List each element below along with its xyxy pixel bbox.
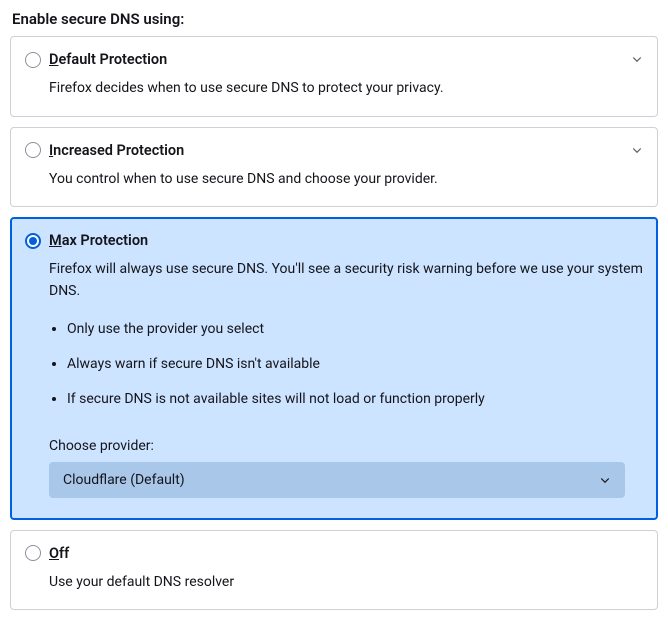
option-header[interactable]: Default Protection xyxy=(25,51,643,68)
chevron-down-icon[interactable] xyxy=(631,53,643,65)
provider-label: Choose provider: xyxy=(49,438,643,454)
bullet-item: If secure DNS is not available sites wil… xyxy=(67,389,643,410)
option-bullets: Only use the provider you select Always … xyxy=(49,319,643,410)
provider-selected-value: Cloudflare (Default) xyxy=(63,472,185,488)
section-heading: Enable secure DNS using: xyxy=(12,10,658,28)
option-desc: You control when to use secure DNS and c… xyxy=(49,169,643,191)
bullet-item: Always warn if secure DNS isn't availabl… xyxy=(67,354,643,375)
option-max-protection[interactable]: Max Protection Firefox will always use s… xyxy=(10,217,658,519)
bullet-item: Only use the provider you select xyxy=(67,319,643,340)
provider-select[interactable]: Cloudflare (Default) xyxy=(49,462,625,498)
option-title: Default Protection xyxy=(49,51,167,68)
option-default-protection[interactable]: Default Protection Firefox decides when … xyxy=(10,36,658,117)
option-increased-protection[interactable]: Increased Protection You control when to… xyxy=(10,127,658,208)
option-header[interactable]: Increased Protection xyxy=(25,142,643,159)
option-desc: Use your default DNS resolver xyxy=(49,572,643,594)
chevron-down-icon[interactable] xyxy=(631,144,643,156)
radio-default[interactable] xyxy=(25,52,41,68)
option-header[interactable]: Off xyxy=(25,545,643,562)
option-desc: Firefox decides when to use secure DNS t… xyxy=(49,78,643,100)
option-off[interactable]: Off Use your default DNS resolver xyxy=(10,530,658,611)
chevron-down-icon xyxy=(599,474,611,486)
option-title: Max Protection xyxy=(49,232,148,249)
option-title: Increased Protection xyxy=(49,142,184,159)
option-header[interactable]: Max Protection xyxy=(25,232,643,249)
radio-max[interactable] xyxy=(25,233,41,249)
provider-section: Choose provider: Cloudflare (Default) xyxy=(49,438,643,498)
radio-off[interactable] xyxy=(25,545,41,561)
radio-increased[interactable] xyxy=(25,142,41,158)
option-desc: Firefox will always use secure DNS. You'… xyxy=(49,259,643,302)
option-title: Off xyxy=(49,545,69,562)
